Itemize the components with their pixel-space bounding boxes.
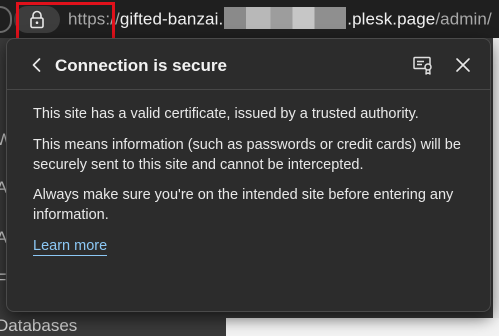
url-scheme: https:// — [68, 9, 120, 29]
certificate-icon — [413, 56, 432, 75]
site-info-button[interactable] — [14, 6, 60, 33]
page-content-area — [226, 318, 499, 336]
back-button[interactable] — [27, 55, 47, 75]
learn-more-link[interactable]: Learn more — [33, 237, 108, 256]
address-bar: https://gifted-banzai. .plesk.page/admin/ — [0, 0, 499, 41]
url-host-prefix: gifted-banzai. — [119, 9, 224, 29]
popup-header: Connection is secure — [7, 39, 490, 89]
site-info-popup: Connection is secure This site has a val… — [6, 38, 491, 312]
chevron-left-icon — [32, 58, 41, 72]
lock-icon — [30, 10, 44, 29]
back-button-edge[interactable] — [0, 6, 12, 33]
url-text[interactable]: https://gifted-banzai. .plesk.page/admin/ — [68, 7, 492, 31]
page-content-edge — [493, 38, 499, 336]
close-button[interactable] — [453, 55, 473, 75]
popup-divider — [7, 89, 490, 90]
certificate-valid-text: This site has a valid certificate, issue… — [33, 106, 419, 122]
url-host-suffix: .plesk.page — [347, 9, 436, 29]
certificate-button[interactable] — [412, 54, 434, 76]
close-icon — [456, 58, 470, 72]
redacted-region — [224, 7, 347, 29]
verify-site-text: Always make sure you're on the intended … — [33, 187, 454, 223]
sidebar-item-databases[interactable]: Databases — [0, 316, 77, 336]
popup-title: Connection is secure — [55, 56, 227, 75]
secure-transmission-text: This means information (such as password… — [33, 137, 461, 173]
url-path: /admin/ — [435, 9, 492, 29]
